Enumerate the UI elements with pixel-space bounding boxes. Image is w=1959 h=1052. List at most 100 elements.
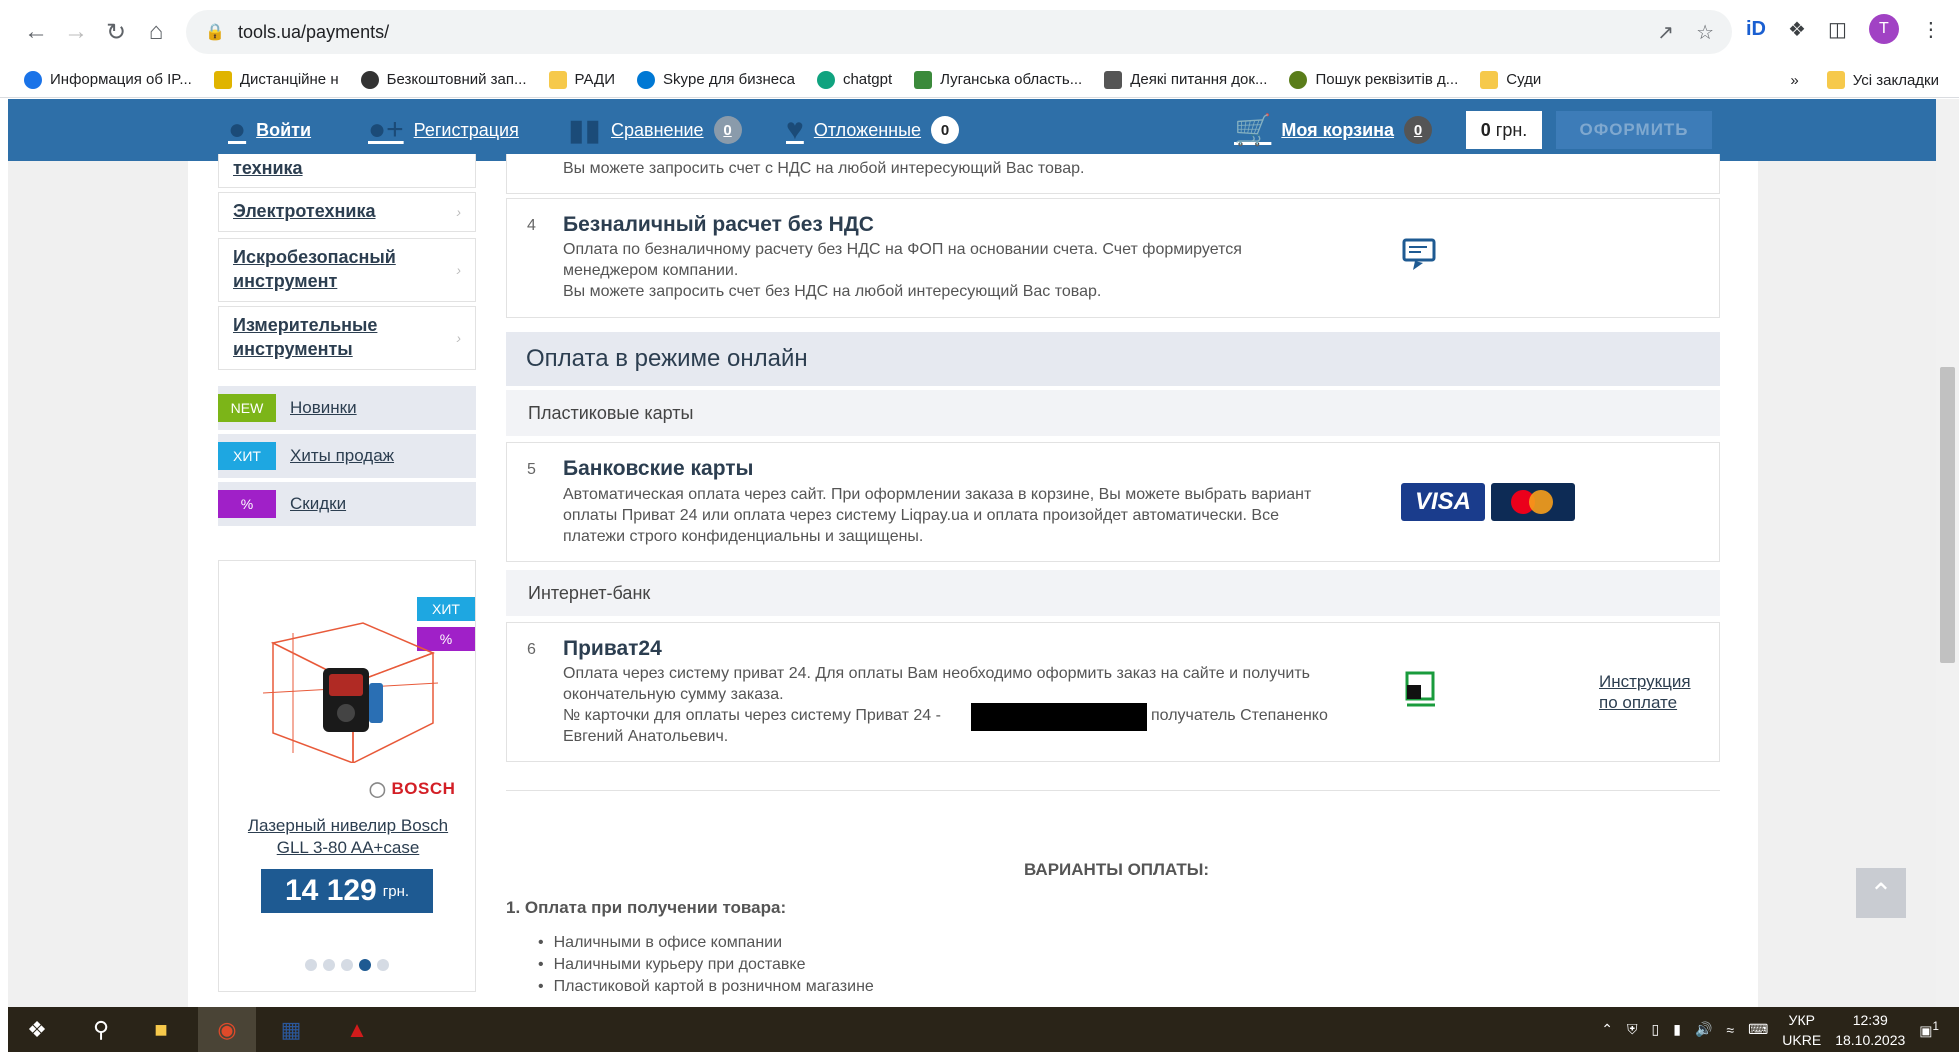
wifi-icon[interactable]: ≈ <box>1726 1022 1734 1038</box>
sidebar-category-measuring[interactable]: Измерительные инструменты › <box>218 306 476 370</box>
extensions-puzzle-icon[interactable]: ❖ <box>1788 17 1806 42</box>
folder-icon <box>1826 71 1845 89</box>
register-link[interactable]: ●+ Регистрация <box>368 99 519 161</box>
item-title: Безналичный расчет без НДС <box>563 213 874 236</box>
globe-icon <box>24 70 42 89</box>
search-icon[interactable]: ⚲ <box>72 1007 130 1052</box>
language-indicator[interactable]: УКР UKRE <box>1782 1010 1821 1050</box>
page-scrollbar[interactable] <box>1936 99 1959 1007</box>
address-bar[interactable]: 🔒 tools.ua/payments/ ↗ ☆ <box>186 10 1732 54</box>
user-plus-icon: ●+ <box>368 113 404 146</box>
compare-link[interactable]: ▮▮ Сравнение 0 <box>568 99 742 161</box>
chevron-right-icon: › <box>456 330 461 346</box>
chevron-right-icon: › <box>456 262 461 278</box>
menu-dots-icon[interactable]: ⋮ <box>1921 17 1941 42</box>
bookmark-folder[interactable]: РАДИ <box>548 70 615 89</box>
bookmark-item[interactable]: Skype для бизнеса <box>636 70 795 89</box>
cart-count-badge: 0 <box>1404 116 1433 144</box>
profile-avatar[interactable]: T <box>1868 14 1899 44</box>
bookmark-site-icon <box>213 70 232 89</box>
carousel-dot-active[interactable] <box>359 959 371 971</box>
volume-icon[interactable]: 🔊 <box>1695 1021 1712 1038</box>
home-icon[interactable]: ⌂ <box>136 12 176 52</box>
chevron-up-icon: ⌃ <box>1869 877 1893 909</box>
redacted-card-number <box>971 703 1147 731</box>
bookmark-site-icon <box>360 70 379 89</box>
item-number: 6 <box>527 641 536 658</box>
list-item: Пластиковой картой в розничном магазине <box>554 976 874 998</box>
windows-taskbar: ❖ ⚲ ■ ◉ ▦ ▲ ⌃ ⛨ ▯ ▮ 🔊 ≈ ⌨ УКР UKRE 12:39… <box>8 1007 1959 1052</box>
keyboard-icon[interactable]: ⌨ <box>1748 1021 1768 1038</box>
saved-link[interactable]: ♥ Отложенные 0 <box>786 99 960 161</box>
bookmark-item[interactable]: Деякі питання док... <box>1104 70 1267 89</box>
usb-icon[interactable]: ▯ <box>1652 1021 1660 1038</box>
bookmark-item[interactable]: Луганська область... <box>914 70 1082 89</box>
windows-start-icon[interactable]: ❖ <box>8 1007 66 1052</box>
file-explorer-icon[interactable]: ■ <box>132 1007 190 1052</box>
payment-item-vat: Вы можете запросить счет с НДС на любой … <box>506 154 1720 194</box>
chatgpt-icon <box>816 70 835 89</box>
clock[interactable]: 12:39 18.10.2023 <box>1835 1010 1905 1050</box>
url-text: tools.ua/payments/ <box>238 21 390 42</box>
sale-badge: % <box>218 490 276 518</box>
bookmark-item[interactable]: Пошук реквізитів д... <box>1289 70 1458 89</box>
payment-variants-title: ВАРИАНТЫ ОПЛАТЫ: <box>1024 860 1210 879</box>
scrollbar-thumb[interactable] <box>1940 367 1955 663</box>
login-link[interactable]: ● Войти <box>228 99 311 161</box>
product-title-link[interactable]: Лазерный нивелир Bosch GLL 3-80 AA+case <box>233 815 463 859</box>
carousel-dot[interactable] <box>341 959 353 971</box>
sidebar-tag-new[interactable]: NEW Новинки <box>218 386 476 430</box>
checkout-button[interactable]: ОФОРМИТЬ <box>1556 111 1712 149</box>
bookmark-star-icon[interactable]: ☆ <box>1696 20 1714 45</box>
share-icon[interactable]: ↗ <box>1657 20 1674 45</box>
item-title: Банковские карты <box>563 457 754 480</box>
bookmarks-more[interactable]: » <box>1790 72 1798 89</box>
chrome-icon[interactable]: ◉ <box>198 1007 256 1052</box>
promo-product-card[interactable]: ХИТ % ◯ BOSCH Лазерный нивелир Bosch GLL… <box>218 560 476 992</box>
sidebar-category-spark-safe[interactable]: Искробезопасный инструмент › <box>218 238 476 302</box>
carousel-dots <box>305 959 389 971</box>
item-title: Приват24 <box>563 637 662 660</box>
product-price: 14 129 грн. <box>261 869 433 913</box>
carousel-dot[interactable] <box>305 959 317 971</box>
notifications-icon[interactable]: ▣1 <box>1919 1020 1939 1040</box>
payment-variants-subtitle: 1. Оплата при получении товара: <box>506 898 787 917</box>
carousel-dot[interactable] <box>323 959 335 971</box>
tray-expand-icon[interactable]: ⌃ <box>1601 1021 1613 1038</box>
bookmark-folder[interactable]: Суди <box>1480 70 1541 89</box>
user-icon: ● <box>228 113 247 146</box>
bookmarks-bar: Информация об IP... Дистанційне н Безкош… <box>0 62 1959 98</box>
sidebar-category-technika[interactable]: техника <box>218 154 476 188</box>
item-number: 4 <box>527 217 536 234</box>
chevron-right-icon: › <box>456 204 461 220</box>
bookmark-item[interactable]: Информация об IP... <box>24 70 192 89</box>
bookmark-item[interactable]: Дистанційне н <box>213 70 339 89</box>
sidebar-tag-hits[interactable]: ХИТ Хиты продаж <box>218 434 476 478</box>
word-icon[interactable]: ▦ <box>262 1007 320 1052</box>
forward-arrow-icon[interactable]: → <box>56 12 96 52</box>
acrobat-icon[interactable]: ▲ <box>328 1007 386 1052</box>
back-arrow-icon[interactable]: ← <box>16 12 56 52</box>
bookmark-item[interactable]: Безкоштовний зап... <box>360 70 527 89</box>
side-panel-icon[interactable]: ◫ <box>1828 17 1847 42</box>
payment-variants-list: Наличными в офисе компании Наличными кур… <box>554 932 874 998</box>
site-header-bar: ● Войти ●+ Регистрация ▮▮ Сравнение 0 ♥ … <box>8 99 1936 161</box>
mastercard-logo-icon <box>1491 483 1575 521</box>
new-badge: NEW <box>218 394 276 422</box>
sidebar-category-electro[interactable]: Электротехника › <box>218 192 476 232</box>
carousel-dot[interactable] <box>377 959 389 971</box>
list-item: Наличными курьеру при доставке <box>554 954 874 976</box>
scroll-to-top-button[interactable]: ⌃ <box>1856 868 1906 918</box>
bookmark-item[interactable]: chatgpt <box>816 70 892 89</box>
extension-id-icon[interactable]: iD <box>1746 18 1766 41</box>
reload-icon[interactable]: ↻ <box>96 12 136 52</box>
battery-icon[interactable]: ▮ <box>1673 1021 1681 1038</box>
defender-icon[interactable]: ⛨ <box>1627 1021 1638 1038</box>
lock-icon[interactable]: 🔒 <box>204 21 226 43</box>
sidebar-tag-sale[interactable]: % Скидки <box>218 482 476 526</box>
cart-link[interactable]: 🛒 Моя корзина 0 <box>1234 99 1433 161</box>
saved-count-badge: 0 <box>931 116 960 144</box>
payment-instruction-link[interactable]: Инструкция по оплате <box>1599 671 1709 713</box>
payment-item-bank-cards: 5 Банковские карты Автоматическая оплата… <box>506 442 1720 562</box>
all-bookmarks[interactable]: Усі закладки <box>1853 72 1939 89</box>
